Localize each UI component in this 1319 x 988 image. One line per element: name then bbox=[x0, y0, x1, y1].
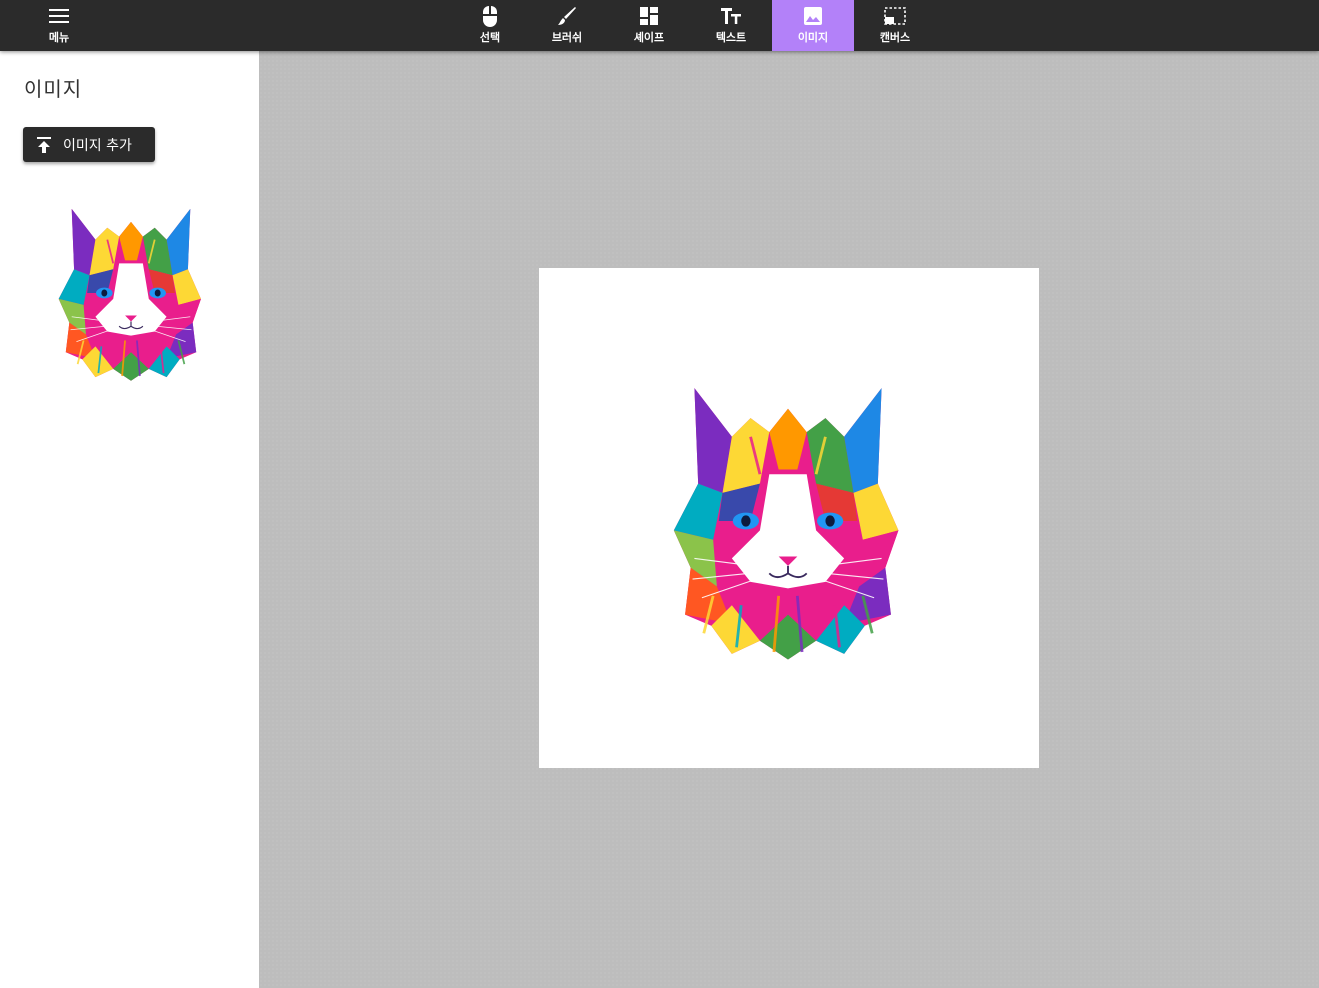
hamburger-menu-icon bbox=[47, 4, 71, 28]
colorful-cat-image bbox=[672, 386, 900, 661]
tool-image-label: 이미지 bbox=[797, 31, 829, 44]
tool-shape-label: 셰이프 bbox=[633, 31, 665, 44]
top-toolbar: 메뉴 선택 브러쉬 셰이프 텍스트 이미지 캔버스 bbox=[0, 0, 1319, 51]
panel-title: 이미지 bbox=[24, 77, 83, 101]
menu-label: 메뉴 bbox=[48, 31, 70, 44]
upload-icon bbox=[37, 136, 53, 153]
image-thumbnail[interactable] bbox=[48, 201, 214, 385]
tool-text-label: 텍스트 bbox=[715, 31, 747, 44]
tool-text[interactable]: 텍스트 bbox=[690, 0, 772, 51]
tool-canvas-label: 캔버스 bbox=[879, 31, 911, 44]
add-image-button[interactable]: 이미지 추가 bbox=[23, 127, 155, 162]
brush-icon bbox=[555, 4, 579, 28]
canvas-select-icon bbox=[883, 4, 907, 28]
tool-shape[interactable]: 셰이프 bbox=[608, 0, 690, 51]
canvas-image-object[interactable] bbox=[657, 373, 919, 669]
mouse-icon bbox=[478, 4, 502, 28]
dashboard-icon bbox=[637, 4, 661, 28]
text-fields-icon bbox=[719, 4, 743, 28]
menu-button[interactable]: 메뉴 bbox=[18, 0, 100, 51]
image-icon bbox=[801, 4, 825, 28]
tool-image[interactable]: 이미지 bbox=[772, 0, 854, 51]
colorful-cat-thumbnail bbox=[57, 207, 202, 382]
tool-select-label: 선택 bbox=[479, 31, 501, 44]
tool-brush[interactable]: 브러쉬 bbox=[526, 0, 608, 51]
tool-brush-label: 브러쉬 bbox=[551, 31, 583, 44]
tool-canvas[interactable]: 캔버스 bbox=[854, 0, 936, 51]
image-panel: 이미지 이미지 추가 bbox=[0, 51, 259, 988]
artboard[interactable] bbox=[539, 268, 1039, 768]
add-image-label: 이미지 추가 bbox=[63, 137, 132, 154]
canvas-workspace bbox=[259, 51, 1319, 988]
tool-select[interactable]: 선택 bbox=[449, 0, 531, 51]
